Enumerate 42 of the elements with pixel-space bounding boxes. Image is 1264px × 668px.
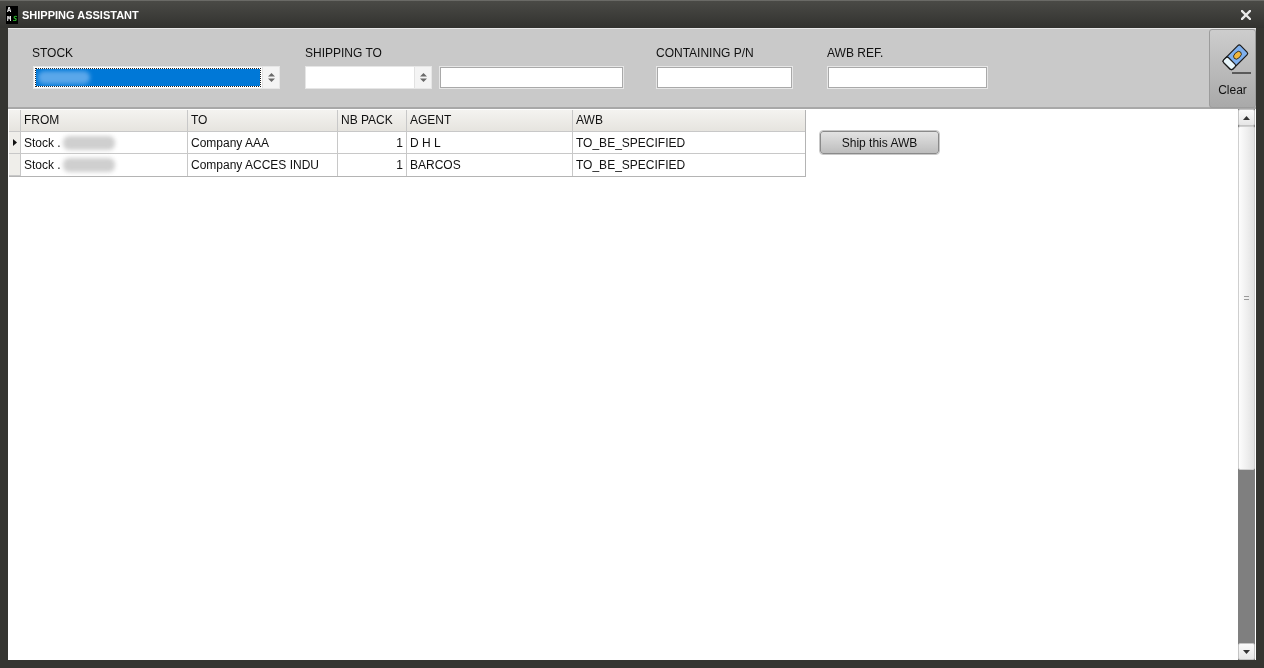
scroll-down-button[interactable] — [1238, 643, 1255, 660]
close-button[interactable] — [1240, 8, 1252, 21]
dropdown-field[interactable] — [33, 66, 280, 89]
row-header[interactable] — [9, 132, 20, 154]
text-field[interactable] — [656, 66, 793, 89]
field-label: SHIPPING TO — [305, 45, 383, 62]
text-field[interactable] — [439, 66, 624, 89]
ship-button[interactable]: Ship this AWB — [820, 131, 939, 154]
scroll-thumb[interactable] — [1238, 126, 1255, 470]
grip-icon — [1244, 296, 1249, 300]
clear-button[interactable]: Clear — [1209, 29, 1256, 108]
column-header[interactable]: FROM — [20, 110, 187, 132]
table-cell: D H L — [410, 134, 441, 151]
table-cell: TO_BE_SPECIFIED — [576, 134, 686, 151]
field-label: STOCK — [32, 45, 75, 62]
table-cell: TO_BE_SPECIFIED — [576, 157, 686, 173]
up-down-arrows-icon — [267, 73, 275, 82]
spin-button[interactable] — [262, 67, 279, 88]
up-down-arrows-icon — [419, 73, 427, 82]
close-icon — [1241, 9, 1251, 20]
window-title: SHIPPING ASSISTANT — [22, 8, 139, 21]
table-cell: Stock . — [24, 134, 61, 151]
text-field[interactable] — [827, 66, 988, 89]
row-pointer-icon — [12, 139, 17, 146]
scrollbar-track[interactable] — [1238, 109, 1255, 660]
table-cell: Stock . — [24, 157, 61, 173]
field-label: AWB REF. — [827, 45, 885, 62]
table-cell: Company ACCES INDU — [191, 157, 320, 173]
table-cell: 1 — [396, 134, 403, 151]
spin-button[interactable] — [414, 67, 431, 88]
field-label: CONTAINING P/N — [656, 45, 755, 62]
scroll-up-button[interactable] — [1238, 109, 1255, 126]
column-header[interactable]: AWB — [572, 110, 805, 132]
column-header[interactable]: NB PACK — [337, 110, 406, 132]
table-cell: BARCOS — [410, 157, 461, 173]
table-cell: 1 — [396, 157, 403, 173]
down-arrow-icon — [1243, 649, 1250, 654]
column-header[interactable]: AGENT — [406, 110, 572, 132]
column-header[interactable]: TO — [187, 110, 337, 132]
table-cell: Company AAA — [191, 134, 270, 151]
dropdown-field[interactable] — [305, 66, 432, 89]
up-arrow-icon — [1243, 115, 1250, 120]
